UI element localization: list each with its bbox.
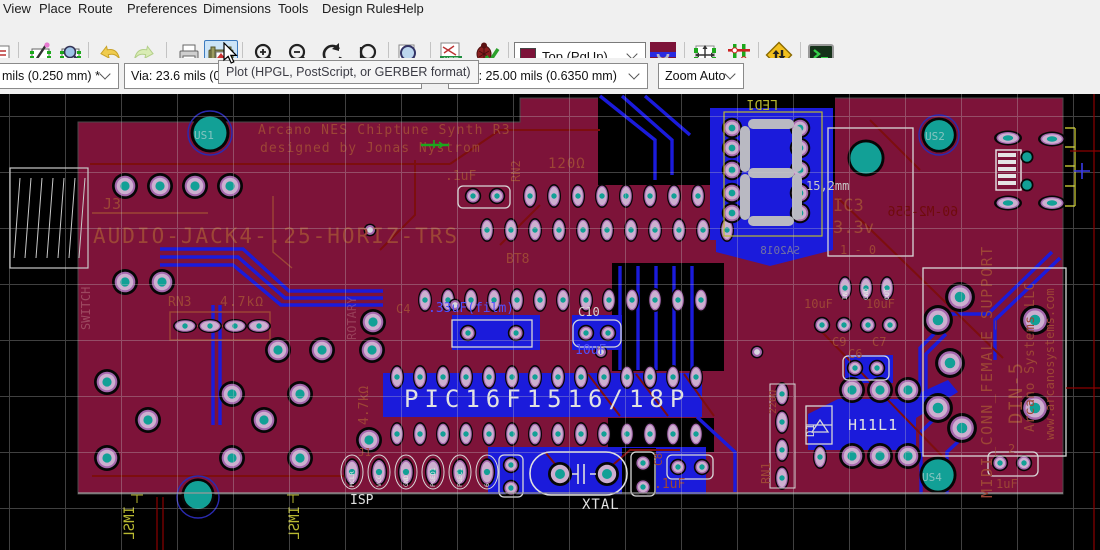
pcbnew-window: View Place Route Preferences Dimensions …	[0, 0, 1100, 550]
plot-tooltip-text: Plot (HPGL, PostScript, or GERBER format…	[226, 65, 471, 79]
axis-origin-icon	[421, 140, 451, 148]
zoom-select[interactable]: Zoom Auto	[658, 63, 744, 89]
options-toolbar: mils (0.250 mm) * Via: 23.6 mils (0.60 G…	[0, 58, 1100, 95]
pcb-canvas[interactable]: Arcano NES Chiptune Synth R3 designed by…	[0, 94, 1100, 550]
menu-view[interactable]: View	[3, 1, 31, 16]
menu-design-rules[interactable]: Design Rules	[322, 1, 399, 16]
menu-place[interactable]: Place	[39, 1, 72, 16]
menu-route[interactable]: Route	[78, 1, 113, 16]
grid-overlay	[0, 94, 1100, 550]
chevron-down-icon	[724, 68, 735, 79]
main-toolbar: NET Top (PgUp)	[0, 18, 1100, 58]
plot-tooltip: Plot (HPGL, PostScript, or GERBER format…	[218, 60, 479, 84]
menu-tools[interactable]: Tools	[278, 1, 308, 16]
pcb-drawing: Arcano NES Chiptune Synth R3 designed by…	[0, 94, 1100, 550]
menu-preferences[interactable]: Preferences	[127, 1, 197, 16]
track-width-select[interactable]: mils (0.250 mm) *	[0, 63, 119, 89]
menu-dimensions[interactable]: Dimensions	[203, 1, 271, 16]
zoom-value: Zoom Auto	[659, 69, 725, 83]
menu-help[interactable]: Help	[397, 1, 424, 16]
chevron-down-icon	[99, 68, 110, 79]
chevron-down-icon	[628, 68, 639, 79]
track-width-value: mils (0.250 mm) *	[0, 69, 100, 83]
menubar: View Place Route Preferences Dimensions …	[0, 0, 1100, 18]
mouse-cursor	[222, 42, 242, 66]
